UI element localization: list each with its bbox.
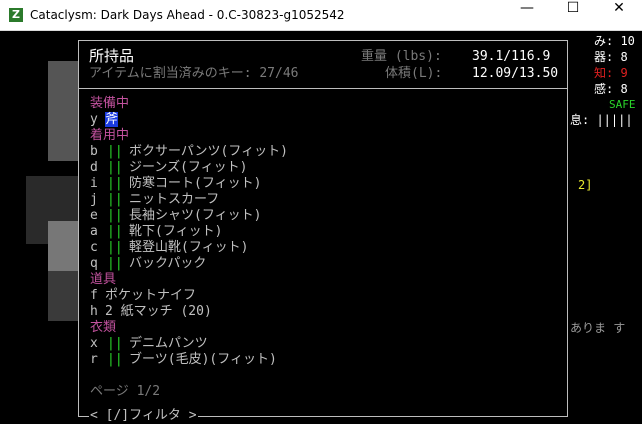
status-number: 2]: [578, 178, 593, 192]
stat-line: 感: 8: [594, 82, 628, 96]
category-clothing: 衣類: [90, 320, 117, 335]
message-text: ありま す: [570, 321, 626, 335]
stat-line: み: 10: [594, 34, 635, 48]
map-tile: [48, 271, 78, 321]
game-screen: み: 10 器: 8 知: 9 感: 8 SAFE 息: ||||| 2] あり…: [0, 31, 642, 424]
item-letter: y: [90, 112, 98, 127]
header-divider: [79, 88, 567, 89]
item-condition-bars: ||: [107, 160, 123, 175]
inventory-item[interactable]: 斧: [105, 112, 119, 128]
inventory-item[interactable]: 靴下(フィット): [129, 224, 222, 240]
maximize-button[interactable]: ☐: [550, 0, 596, 30]
inventory-item[interactable]: 防寒コート(フィット): [129, 176, 261, 192]
safe-mode-indicator: SAFE: [609, 98, 636, 111]
weight-label: 重量 (lbs):: [361, 49, 442, 64]
item-condition-bars: ||: [107, 208, 123, 223]
inventory-item[interactable]: ポケットナイフ: [105, 288, 196, 304]
weight-value: 39.1/116.9: [472, 49, 551, 64]
breath-meter: 息: |||||: [570, 113, 633, 127]
item-letter: r: [90, 352, 98, 367]
page-indicator: ページ 1/2: [90, 384, 161, 399]
item-condition-bars: ||: [107, 224, 123, 239]
item-condition-bars: ||: [107, 256, 123, 271]
inventory-item[interactable]: 軽登山靴(フィット): [129, 240, 248, 256]
stat-line: 知: 9: [594, 66, 628, 80]
window-titlebar: Z Cataclysm: Dark Days Ahead - 0.C-30823…: [0, 0, 642, 31]
inventory-panel: 所持品 アイテムに割当済みのキー: 27/46 重量 (lbs): 39.1/1…: [78, 40, 568, 424]
filter-hint[interactable]: < [/]フィルタ >: [89, 408, 198, 424]
assigned-keys-count: アイテムに割当済みのキー: 27/46: [89, 66, 299, 81]
item-letter: q: [90, 256, 98, 271]
item-letter: f: [90, 288, 98, 303]
minimize-button[interactable]: —: [504, 0, 550, 30]
inventory-item[interactable]: デニムパンツ: [129, 336, 208, 352]
inventory-item[interactable]: 長袖シャツ(フィット): [129, 208, 261, 224]
item-letter: i: [90, 176, 98, 191]
item-letter: j: [90, 192, 98, 207]
inventory-item[interactable]: バックパック: [129, 256, 206, 272]
category-wielded: 装備中: [90, 96, 130, 111]
item-letter: x: [90, 336, 98, 351]
stat-line: 器: 8: [594, 50, 628, 64]
inventory-item[interactable]: ブーツ(毛皮)(フィット): [129, 352, 277, 368]
inventory-item[interactable]: ジーンズ(フィット): [129, 160, 247, 176]
item-condition-bars: ||: [107, 192, 123, 207]
inventory-item[interactable]: ニットスカーフ: [129, 192, 219, 208]
volume-value: 12.09/13.50: [472, 66, 559, 81]
inventory-title: 所持品: [89, 47, 135, 65]
category-worn: 着用中: [90, 128, 130, 143]
item-letter: c: [90, 240, 98, 255]
item-condition-bars: ||: [107, 352, 123, 367]
item-condition-bars: ||: [107, 336, 123, 351]
item-letter: e: [90, 208, 98, 223]
item-condition-bars: ||: [107, 240, 123, 255]
item-condition-bars: ||: [107, 176, 123, 191]
map-tile: [48, 61, 78, 161]
volume-label: 体積(L):: [385, 66, 443, 81]
inventory-item[interactable]: 2 紙マッチ (20): [105, 304, 212, 320]
item-condition-bars: ||: [107, 144, 123, 159]
map-tile: [48, 221, 78, 271]
item-letter: b: [90, 144, 98, 159]
category-tools: 道具: [90, 272, 117, 287]
app-icon: Z: [9, 8, 23, 22]
item-letter: h: [90, 304, 98, 319]
inventory-item[interactable]: ボクサーパンツ(フィット): [129, 144, 288, 160]
item-letter: a: [90, 224, 98, 239]
item-letter: d: [90, 160, 98, 175]
item-name: 斧: [105, 112, 119, 127]
window-title: Cataclysm: Dark Days Ahead - 0.C-30823-g…: [30, 8, 345, 22]
close-button[interactable]: ✕: [596, 0, 642, 30]
